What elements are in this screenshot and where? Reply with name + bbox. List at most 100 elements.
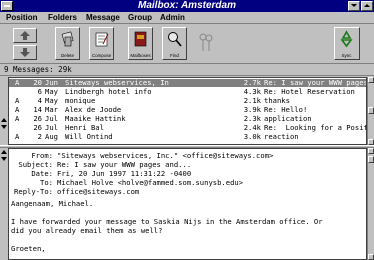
mailboxes-button[interactable]: Mailboxes bbox=[128, 27, 153, 60]
message-view: From: "Siteways webservices, Inc." <offic… bbox=[8, 148, 367, 260]
message-size: 2.3k bbox=[243, 114, 261, 123]
message-day: 2 bbox=[37, 132, 42, 141]
message-row[interactable]: A 14 Mar Alex de Joode 3.9k Re: Hello! bbox=[9, 105, 366, 114]
message-body-line: Aangenaam, Michael. bbox=[11, 199, 94, 208]
message-month: Jul bbox=[45, 123, 58, 132]
next-message-button[interactable] bbox=[13, 45, 37, 60]
message-day: 20 bbox=[33, 78, 42, 87]
message-body-line: I have forwarded your message to Saskia … bbox=[11, 217, 323, 226]
menu-group[interactable]: Group bbox=[128, 12, 152, 24]
message-subject: reaction bbox=[264, 132, 299, 141]
message-size: 2.7k bbox=[243, 78, 261, 87]
magnifier-icon bbox=[168, 32, 182, 47]
message-flag: A bbox=[15, 132, 20, 141]
message-from: Henri Bal bbox=[65, 123, 104, 132]
message-day: 4 bbox=[37, 96, 42, 105]
message-day: 14 bbox=[33, 105, 42, 114]
scrollbar-thumb[interactable] bbox=[368, 156, 374, 163]
minimize-button[interactable] bbox=[348, 1, 360, 11]
menu-bar: Position Folders Message Group Admin bbox=[0, 12, 374, 24]
mail-window: Mailbox: Amsterdam Position Folders Mess… bbox=[0, 0, 374, 260]
scrollbar-thumb[interactable] bbox=[368, 107, 374, 114]
header-value: office@siteways.com bbox=[57, 187, 140, 196]
view-splitter bbox=[0, 148, 8, 260]
scrollbar-up-arrow[interactable] bbox=[368, 148, 374, 154]
scroll-down-icon[interactable] bbox=[1, 125, 7, 129]
header-key: Reply-To: bbox=[14, 187, 53, 196]
message-view-scrollbar[interactable] bbox=[367, 148, 374, 260]
message-month: Aug bbox=[45, 132, 58, 141]
trash-icon bbox=[61, 31, 74, 47]
message-from: monique bbox=[65, 96, 96, 105]
menu-folders[interactable]: Folders bbox=[48, 12, 77, 24]
find-label: Find bbox=[170, 53, 179, 58]
menu-admin[interactable]: Admin bbox=[160, 12, 185, 24]
message-size: 3.9k bbox=[243, 105, 261, 114]
header-key: From: bbox=[31, 151, 53, 160]
message-month: May bbox=[45, 96, 58, 105]
message-month: Mar bbox=[45, 105, 58, 114]
message-day: 6 bbox=[37, 87, 42, 96]
message-flag: A bbox=[15, 78, 20, 87]
list-splitter bbox=[0, 77, 8, 145]
message-count: 9 Messages: 29k bbox=[0, 64, 374, 76]
message-size: 4.3k bbox=[243, 87, 261, 96]
sync-button[interactable]: Sync bbox=[334, 27, 360, 60]
scroll-down-icon[interactable] bbox=[1, 157, 7, 161]
title-bar: Mailbox: Amsterdam bbox=[0, 0, 374, 12]
message-flag: A bbox=[15, 96, 20, 105]
scroll-up-icon[interactable] bbox=[1, 150, 7, 154]
menu-position[interactable]: Position bbox=[6, 12, 38, 24]
message-subject: application bbox=[264, 114, 312, 123]
recycle-icon bbox=[340, 30, 353, 48]
message-body-line: Groeten, bbox=[11, 244, 46, 253]
compose-button[interactable]: Compose bbox=[89, 27, 114, 60]
maximize-button[interactable] bbox=[361, 1, 373, 11]
scrollbar-up-arrow[interactable] bbox=[368, 77, 374, 83]
message-month: May bbox=[45, 87, 58, 96]
message-from: Lindbergh hotel info bbox=[65, 87, 152, 96]
message-day: 26 bbox=[33, 114, 42, 123]
scroll-up-icon[interactable] bbox=[1, 118, 7, 122]
message-row[interactable]: 6 May Lindbergh hotel info 4.3k Re: Hotel Re… bbox=[9, 87, 366, 96]
header-key: Subject: bbox=[18, 160, 53, 169]
compose-label: Compose bbox=[91, 53, 112, 58]
header-key: Date: bbox=[31, 169, 53, 178]
menu-message[interactable]: Message bbox=[86, 12, 120, 24]
message-list-scrollbar[interactable] bbox=[367, 77, 374, 145]
message-body-line: did you already email them as well? bbox=[11, 226, 163, 235]
header-value: Fri, 20 Jun 1997 11:31:22 -0400 bbox=[57, 169, 192, 178]
arrow-down-icon bbox=[20, 48, 30, 57]
message-from: Siteways webservices, In bbox=[65, 78, 169, 87]
message-row[interactable]: 26 Jul Henri Bal 2.4k Re: Looking for a Posi… bbox=[9, 123, 366, 132]
message-flag: A bbox=[15, 105, 20, 114]
message-subject: Re: Looking for a Position bbox=[264, 123, 366, 132]
message-subject: thanks bbox=[264, 96, 290, 105]
scrollbar-down-arrow[interactable] bbox=[368, 254, 374, 260]
message-day: 26 bbox=[33, 123, 42, 132]
message-from: Alex de Joode bbox=[65, 105, 122, 114]
header-value: Michael Holve <holve@fammed.som.sunysb.e… bbox=[57, 178, 244, 187]
header-value: Re: I saw your WWW pages and... bbox=[57, 160, 192, 169]
sync-label: Sync bbox=[341, 53, 352, 58]
message-subject: Re: Hotel Reservation bbox=[264, 87, 355, 96]
message-row[interactable]: A 2 Aug Will Ontind 3.0k reaction bbox=[9, 132, 366, 141]
mailbox-icon bbox=[134, 31, 147, 47]
message-row[interactable]: A 20 Jun Siteways webservices, In 2.7k Re: I … bbox=[9, 78, 366, 87]
delete-button[interactable]: Delete bbox=[55, 27, 80, 60]
delete-label: Delete bbox=[60, 53, 74, 58]
message-flag: A bbox=[15, 114, 20, 123]
message-from: Maaike Hattink bbox=[65, 114, 126, 123]
message-list: A 20 Jun Siteways webservices, In 2.7k Re: I … bbox=[8, 77, 367, 145]
header-key: To: bbox=[40, 178, 53, 187]
message-month: Jun bbox=[45, 78, 58, 87]
maximize-icon bbox=[364, 4, 370, 7]
mailboxes-label: Mailboxes bbox=[130, 53, 151, 58]
find-button[interactable]: Find bbox=[162, 27, 187, 60]
message-row[interactable]: A 26 Jul Maaike Hattink 2.3k application bbox=[9, 114, 366, 123]
message-row[interactable]: A 4 May monique 2.1k thanks bbox=[9, 96, 366, 105]
previous-message-button[interactable] bbox=[13, 28, 37, 43]
toolbar: Delete Compose Mailboxes Find Sync bbox=[0, 24, 374, 64]
keys-icon bbox=[198, 32, 214, 54]
message-size: 2.1k bbox=[243, 96, 261, 105]
